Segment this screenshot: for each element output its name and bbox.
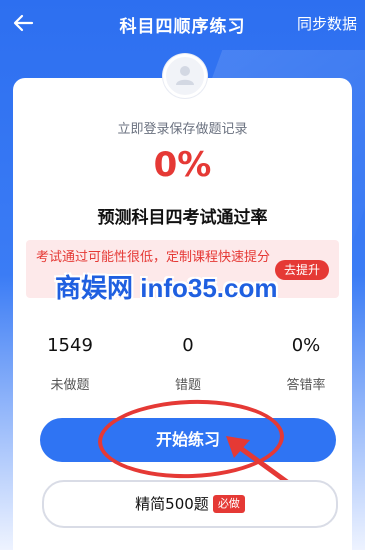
login-hint[interactable]: 立即登录保存做题记录 <box>0 118 365 137</box>
must-do-badge: 必做 <box>212 495 245 513</box>
sync-data-button[interactable]: 同步数据 <box>297 13 357 34</box>
avatar[interactable] <box>163 54 207 98</box>
stat-label: 答错率 <box>286 378 326 393</box>
simplified-500-button[interactable]: 精简500题 必做 <box>42 480 338 528</box>
app-header: 科目四顺序练习 同步数据 <box>0 0 365 50</box>
stat-wrong[interactable]: 0 错题 <box>138 335 238 393</box>
pass-rate-label: 预测科目四考试通过率 <box>97 208 268 228</box>
stat-label: 错题 <box>174 378 201 393</box>
user-icon <box>176 66 194 85</box>
stat-error-rate: 0% 答错率 <box>256 335 356 393</box>
improve-button[interactable]: 去提升 <box>274 260 329 280</box>
simplified-label: 精简500题 <box>135 495 209 513</box>
watermark: 商娱网 info35.com <box>55 273 278 303</box>
stat-value: 1549 <box>47 335 93 356</box>
warning-text: 考试通过可能性很低，定制课程快速提分 <box>36 250 271 265</box>
stat-unanswered: 1549 未做题 <box>20 335 120 393</box>
stats-row: 1549 未做题 0 错题 0% 答错率 <box>0 335 365 395</box>
pass-rate-value: 0% <box>153 145 212 185</box>
stat-value: 0 <box>182 335 194 356</box>
stat-label: 未做题 <box>50 378 90 393</box>
stat-value: 0% <box>291 335 321 356</box>
